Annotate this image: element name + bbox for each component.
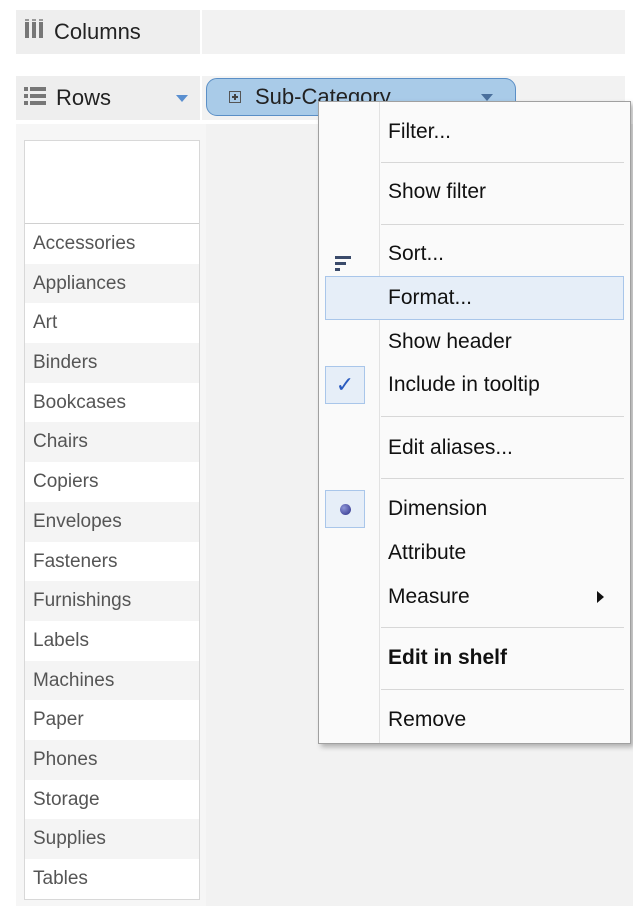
menu-item-label: Filter... [388, 120, 452, 143]
menu-item-label: Edit aliases... [388, 436, 513, 459]
menu-item-label: Include in tooltip [388, 373, 540, 396]
menu-item-show-header[interactable]: Show header [319, 320, 630, 364]
row-header-item[interactable]: Binders [25, 343, 199, 383]
expand-icon[interactable] [229, 91, 241, 103]
columns-label: Columns [54, 19, 141, 44]
rows-shelf-label: Rows [16, 76, 200, 120]
menu-item-include-in-tooltip[interactable]: ✓ Include in tooltip [319, 363, 630, 407]
row-header-item[interactable]: Fasteners [25, 542, 199, 582]
row-header-item[interactable]: Storage [25, 780, 199, 820]
row-header-item[interactable]: Accessories [25, 224, 199, 264]
menu-item-format[interactable]: Format... [325, 276, 624, 320]
menu-item-label: Attribute [388, 541, 467, 564]
row-header-item[interactable]: Copiers [25, 462, 199, 502]
menu-item-dimension[interactable]: Dimension [319, 487, 630, 531]
menu-item-label: Show header [388, 330, 512, 353]
menu-item-remove[interactable]: Remove [319, 698, 630, 742]
menu-separator [381, 627, 624, 628]
menu-item-edit-in-shelf[interactable]: Edit in shelf [319, 636, 630, 680]
columns-icon [24, 19, 44, 45]
submenu-arrow-icon [597, 591, 604, 603]
row-header-item[interactable]: Tables [25, 859, 199, 899]
row-header-title-area [25, 141, 199, 224]
menu-separator [381, 689, 624, 690]
pill-dropdown-icon[interactable] [481, 94, 493, 101]
row-header-item[interactable]: Furnishings [25, 581, 199, 621]
row-header-item[interactable]: Appliances [25, 263, 199, 304]
rows-icon [24, 85, 46, 111]
radio-dot-icon [339, 503, 351, 515]
menu-item-measure[interactable]: Measure [319, 575, 630, 619]
menu-item-attribute[interactable]: Attribute [319, 531, 630, 575]
row-header-item[interactable]: Paper [25, 700, 199, 740]
checkmark-icon: ✓ [335, 372, 355, 397]
rows-label: Rows [56, 85, 112, 110]
menu-separator [381, 162, 624, 163]
menu-item-label: Edit in shelf [388, 646, 508, 669]
row-header-item[interactable]: Art [25, 303, 199, 343]
row-header-panel: Accessories Appliances Art Binders Bookc… [24, 140, 200, 900]
checked-indicator: ✓ [325, 366, 365, 404]
menu-separator [381, 416, 624, 417]
menu-item-sort[interactable]: Sort... [319, 232, 630, 276]
row-header-item[interactable]: Chairs [25, 422, 199, 463]
menu-item-label: Sort... [388, 242, 445, 265]
menu-item-label: Show filter [388, 180, 487, 203]
row-header-item[interactable]: Machines [25, 660, 199, 701]
row-header-list: Accessories Appliances Art Binders Bookc… [25, 224, 199, 899]
row-header-item[interactable]: Phones [25, 739, 199, 780]
menu-item-filter[interactable]: Filter... [319, 110, 630, 154]
menu-item-label: Remove [388, 708, 467, 731]
selected-indicator [325, 490, 365, 528]
menu-item-show-filter[interactable]: Show filter [319, 170, 630, 214]
menu-item-label: Dimension [388, 497, 488, 520]
menu-item-label: Format... [388, 286, 473, 309]
menu-separator [381, 224, 624, 225]
rows-dropdown-icon[interactable] [176, 95, 188, 102]
row-header-item[interactable]: Bookcases [25, 383, 199, 423]
menu-separator [381, 478, 624, 479]
columns-shelf-drop-area[interactable] [202, 10, 625, 54]
menu-item-edit-aliases[interactable]: Edit aliases... [319, 426, 630, 470]
row-header-item[interactable]: Labels [25, 621, 199, 661]
row-header-item[interactable]: Envelopes [25, 501, 199, 542]
columns-shelf-label: Columns [16, 10, 200, 54]
row-header-item[interactable]: Supplies [25, 819, 199, 859]
menu-item-label: Measure [388, 585, 470, 608]
pill-context-menu: Filter... Show filter Sort... Format... … [318, 101, 631, 744]
